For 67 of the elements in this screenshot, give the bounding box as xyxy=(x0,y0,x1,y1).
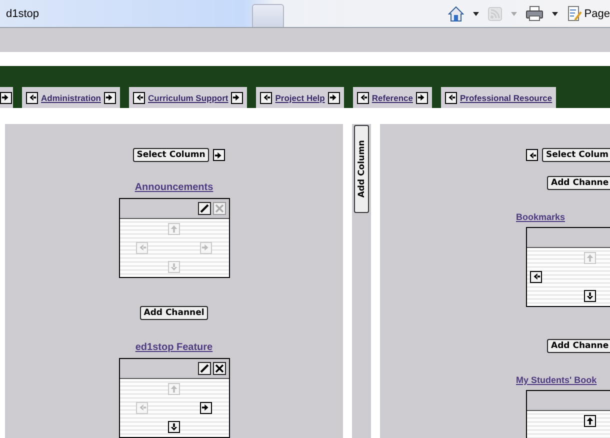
select-column-button[interactable]: Select Colum xyxy=(542,148,610,162)
dropdown-icon[interactable] xyxy=(473,12,480,16)
move-tab-left-button[interactable] xyxy=(132,92,145,104)
printer-icon[interactable] xyxy=(526,6,544,21)
pencil-icon xyxy=(200,204,208,213)
move-tab-right-button[interactable] xyxy=(104,92,116,104)
arrow-left-icon xyxy=(27,92,37,103)
arrow-left-icon xyxy=(531,271,541,282)
portal-tab[interactable]: Reference xyxy=(352,87,432,108)
move-right-button[interactable] xyxy=(200,402,212,414)
channel-title-link[interactable]: Bookmarks xyxy=(516,212,566,222)
portal-tab[interactable]: Administration xyxy=(22,87,120,108)
portal-tab[interactable]: Curriculum Support xyxy=(128,87,248,108)
move-tab-right-button[interactable] xyxy=(328,92,340,104)
arrow-up-icon xyxy=(168,223,179,234)
edit-button[interactable] xyxy=(198,202,210,215)
close-button[interactable] xyxy=(212,362,226,375)
move-tab-left-button[interactable] xyxy=(444,92,457,104)
move-tab-right-button[interactable] xyxy=(231,92,244,104)
window-title: d1stop xyxy=(6,8,40,20)
tab-link[interactable]: Project Help xyxy=(275,92,325,102)
channel-title-link[interactable]: ed1stop Feature xyxy=(135,342,213,353)
channel-title-link[interactable]: My Students' Book xyxy=(516,375,597,385)
portal-tab[interactable] xyxy=(0,87,13,108)
tab-link[interactable]: Professional Resource xyxy=(460,92,552,102)
page-icon xyxy=(567,6,582,22)
move-column-left-button[interactable] xyxy=(526,149,538,161)
add-column-button[interactable]: Add Column xyxy=(354,125,369,213)
select-column-button[interactable]: Select Column xyxy=(132,148,210,162)
move-tab-left-button[interactable] xyxy=(356,92,369,104)
dropdown-icon[interactable] xyxy=(552,12,558,16)
arrow-right-icon xyxy=(328,92,339,103)
arrow-right-icon xyxy=(416,92,427,103)
channel-title-link[interactable]: Announcements xyxy=(134,182,214,193)
arrow-up-icon xyxy=(585,252,595,264)
add-channel-button[interactable]: Add Channe xyxy=(547,176,610,190)
move-column-right-button[interactable] xyxy=(213,149,226,161)
close-icon xyxy=(214,364,224,373)
tab-link[interactable]: Curriculum Support xyxy=(148,92,228,102)
tab-link[interactable]: Administration xyxy=(41,92,101,102)
close-icon xyxy=(214,204,224,213)
move-tab-right-button[interactable] xyxy=(416,92,428,104)
arrow-down-icon xyxy=(168,422,179,433)
arrow-left-icon xyxy=(527,150,537,160)
pencil-icon xyxy=(200,364,208,373)
move-tab-right-button[interactable] xyxy=(0,92,12,104)
add-channel-button[interactable]: Add Channe xyxy=(547,339,610,353)
move-tab-left-button[interactable] xyxy=(26,92,38,104)
arrow-right-icon xyxy=(1,92,11,103)
arrow-down-icon xyxy=(168,262,179,273)
move-down-button[interactable] xyxy=(584,290,596,302)
page-menu-button[interactable]: Page xyxy=(567,6,610,22)
edit-button[interactable] xyxy=(198,362,210,375)
move-up-button[interactable] xyxy=(584,414,596,427)
move-tab-left-button[interactable] xyxy=(260,92,272,104)
move-left-button[interactable] xyxy=(530,270,542,283)
portal-tab[interactable]: Professional Resource xyxy=(440,87,556,108)
home-icon[interactable] xyxy=(448,6,464,22)
arrow-up-icon xyxy=(168,383,179,394)
add-channel-button[interactable]: Add Channel xyxy=(140,306,208,320)
tab-link[interactable]: Reference xyxy=(372,92,413,102)
arrow-right-icon xyxy=(104,92,115,103)
arrow-left-icon xyxy=(261,92,272,103)
arrow-up-icon xyxy=(585,415,595,426)
move-down-button[interactable] xyxy=(168,421,180,434)
arrow-down-icon xyxy=(585,290,595,302)
portal-tab[interactable]: Project Help xyxy=(256,87,344,108)
